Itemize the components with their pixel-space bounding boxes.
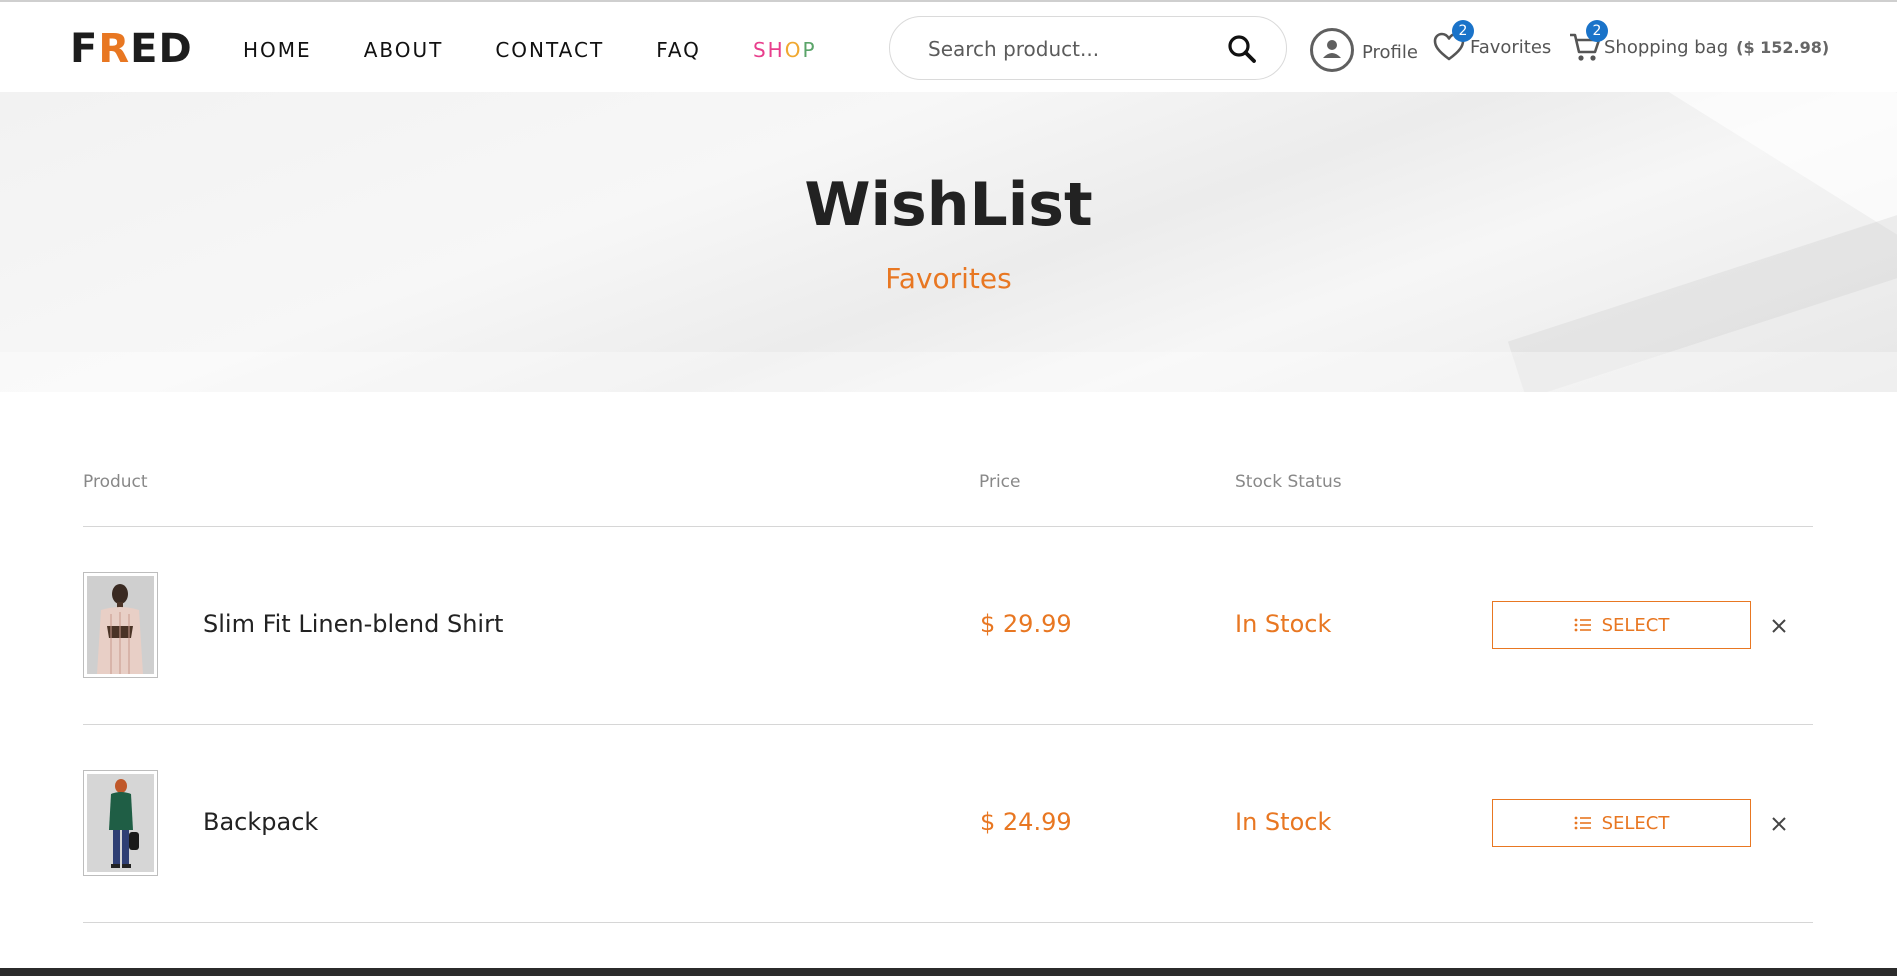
divider [83,922,1813,923]
main-nav: HOME ABOUT CONTACT FAQ SHOP [243,38,869,62]
site-header: FRED HOME ABOUT CONTACT FAQ SHOP Profile [0,2,1897,92]
profile-icon [1310,28,1354,72]
product-image [87,774,154,872]
page-subtitle: Favorites [885,262,1012,295]
nav-faq[interactable]: FAQ [656,38,701,62]
favorites-link[interactable]: 2 Favorites [1432,20,1552,64]
logo-letter: F [70,26,99,72]
page-title: WishList [804,170,1093,240]
shop-letter: P [802,38,817,62]
list-icon [1574,618,1591,632]
stock-status: In Stock [1235,808,1332,836]
bag-total: ($ 152.98) [1736,37,1830,57]
nav-shop[interactable]: SHOP [753,38,817,62]
list-icon [1574,816,1591,830]
bottom-edge [0,968,1897,976]
nav-about[interactable]: ABOUT [364,38,444,62]
search-box [889,16,1287,80]
remove-item-icon[interactable] [1768,615,1790,637]
product-price: $ 24.99 [980,808,1072,836]
site-logo[interactable]: FRED [70,26,193,72]
shop-letter: H [767,38,785,62]
product-thumbnail[interactable] [83,572,158,678]
remove-item-icon[interactable] [1768,813,1790,835]
cart-icon: 2 [1568,20,1608,64]
favorites-count-badge: 2 [1452,20,1474,42]
column-header-product: Product [83,472,148,492]
column-header-price: Price [979,472,1021,492]
select-button-label: SELECT [1601,812,1670,834]
favorites-label: Favorites [1470,36,1552,58]
shop-letter: S [752,38,768,62]
select-button[interactable]: SELECT [1492,799,1751,847]
product-price: $ 29.99 [980,610,1072,638]
shopping-bag-link[interactable]: 2 Shopping bag ($ 152.98) [1568,20,1830,64]
heart-icon: 2 [1432,20,1474,64]
nav-contact[interactable]: CONTACT [495,38,604,62]
bag-label: Shopping bag [1604,36,1729,58]
search-input[interactable] [928,35,1208,63]
hero-decoration [0,352,1897,392]
profile-link[interactable]: Profile [1310,28,1418,74]
column-header-stock: Stock Status [1235,472,1342,492]
product-name[interactable]: Slim Fit Linen-blend Shirt [203,610,503,638]
search-icon[interactable] [1226,33,1258,65]
profile-label: Profile [1362,41,1418,63]
product-thumbnail[interactable] [83,770,158,876]
product-name[interactable]: Backpack [203,808,318,836]
table-row: Slim Fit Linen-blend Shirt $ 29.99 In St… [83,526,1813,724]
table-row: Backpack $ 24.99 In Stock SELECT [83,724,1813,922]
nav-home[interactable]: HOME [243,38,312,62]
product-image [87,576,154,674]
logo-accent-letter: R [98,26,131,72]
stock-status: In Stock [1235,610,1332,638]
shop-letter: O [784,38,803,62]
logo-text-rest: ED [130,26,193,72]
select-button[interactable]: SELECT [1492,601,1751,649]
page-hero: WishList Favorites [0,92,1897,392]
select-button-label: SELECT [1601,614,1670,636]
bag-count-badge: 2 [1586,20,1608,42]
